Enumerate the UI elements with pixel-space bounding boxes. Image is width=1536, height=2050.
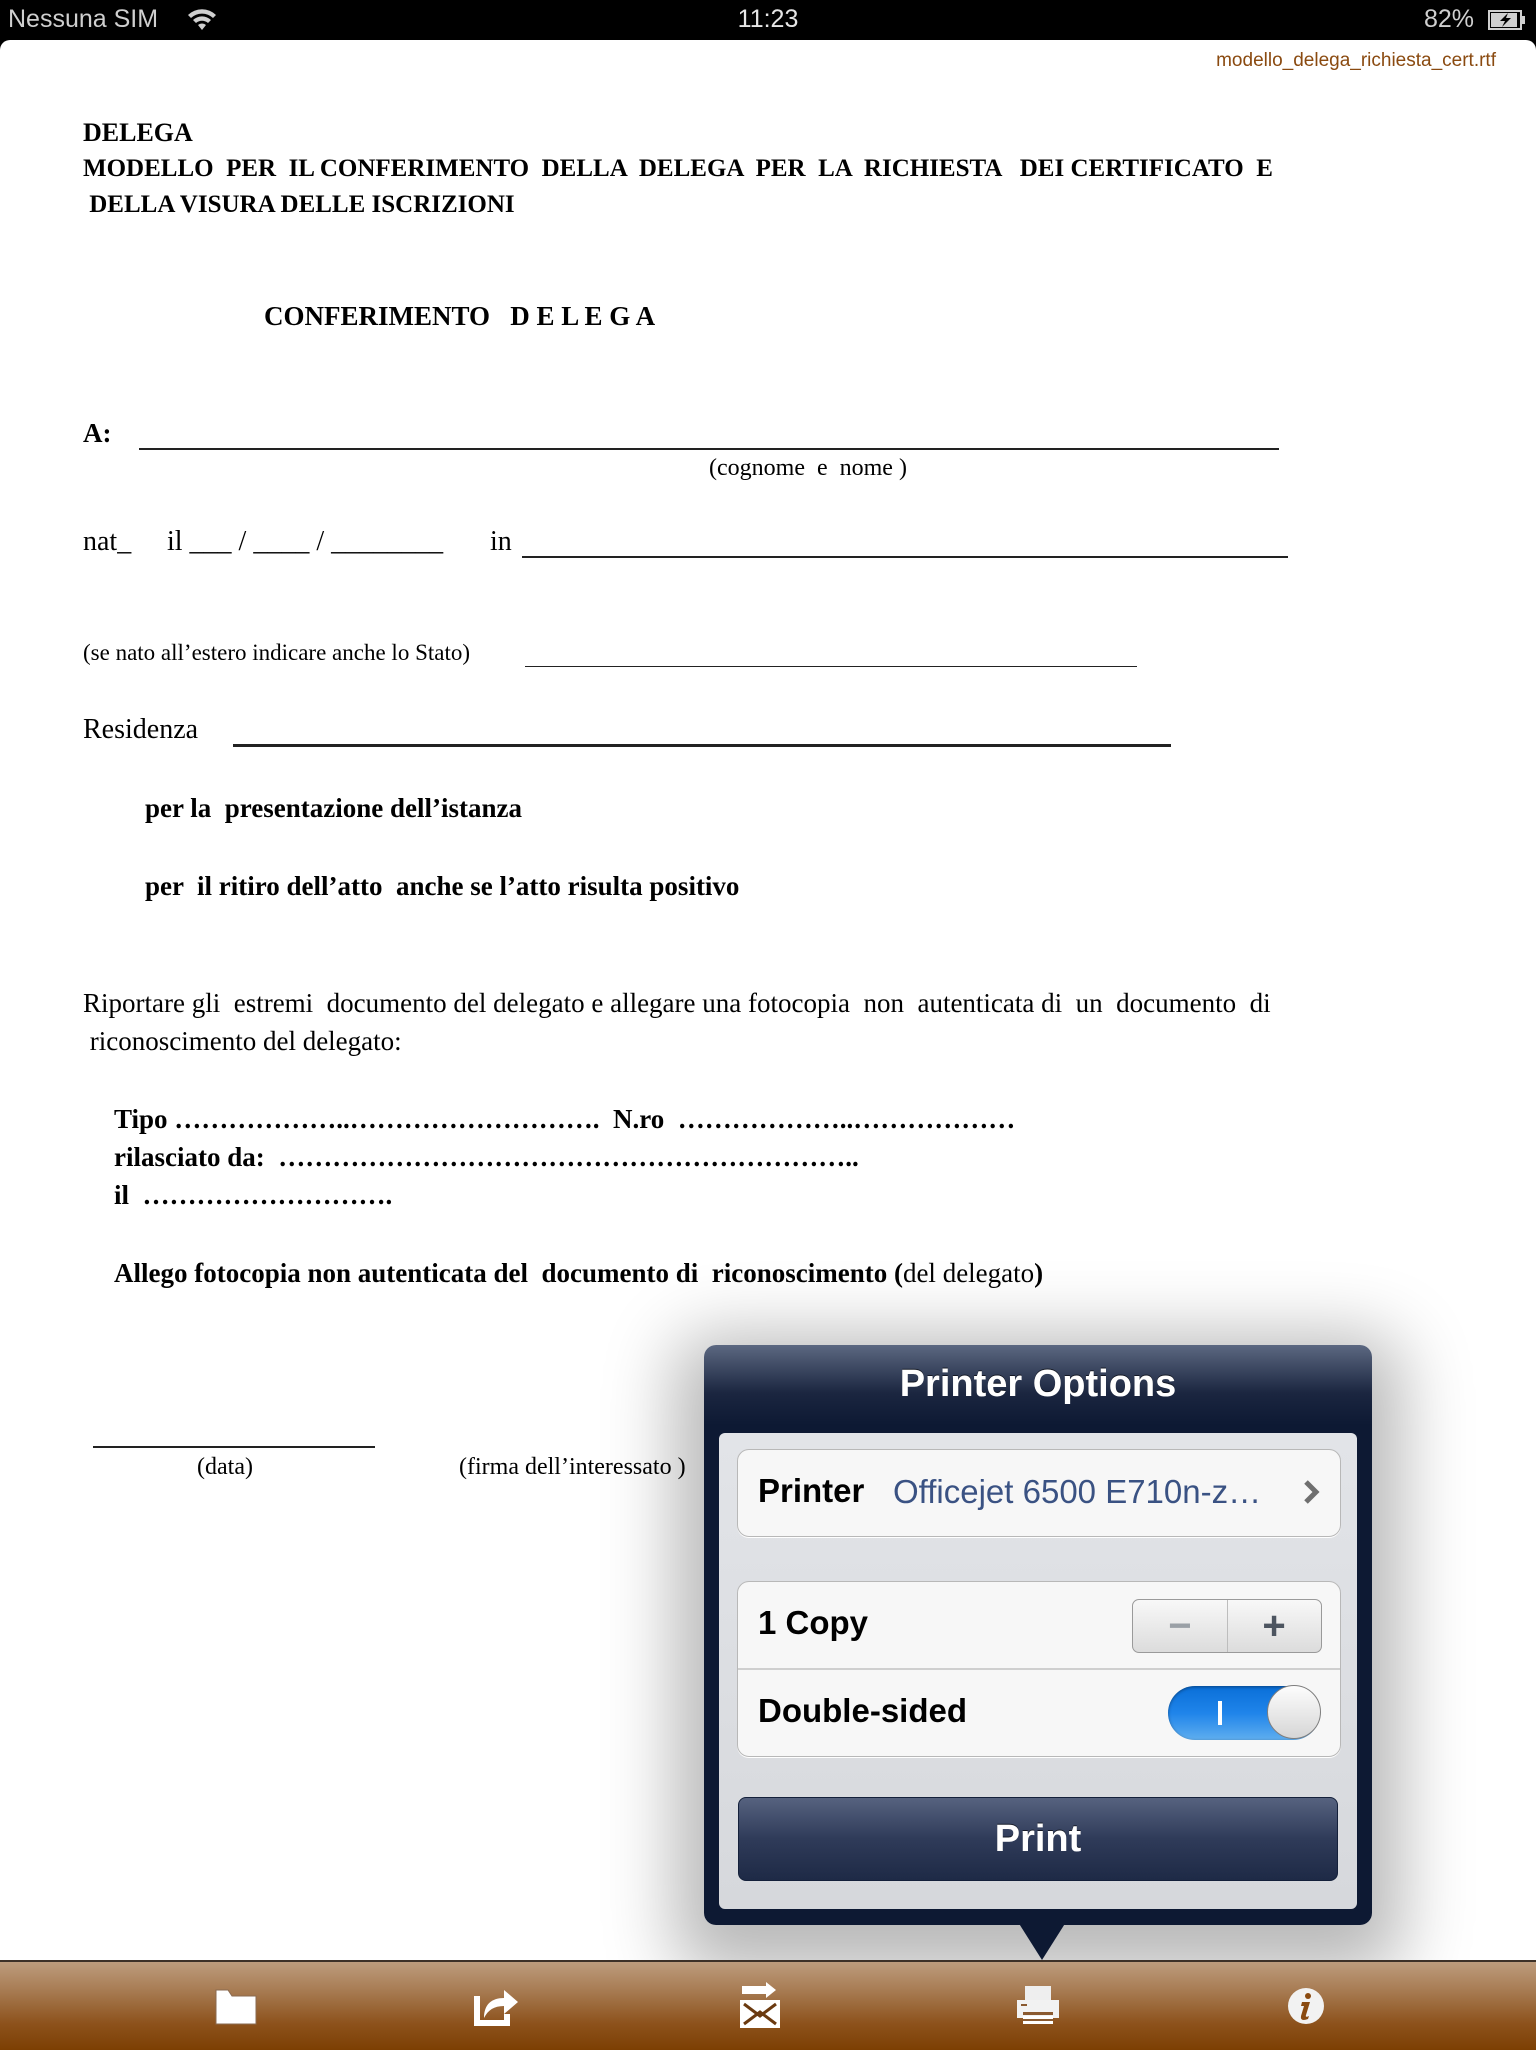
info-icon [1288, 1988, 1324, 2024]
double-sided-toggle[interactable] [1168, 1685, 1321, 1740]
share-icon [474, 1990, 518, 2026]
instructions-line2: riconoscimento del delegato: [83, 1026, 402, 1056]
toggle-knob[interactable] [1267, 1685, 1321, 1739]
foreign-state-line[interactable] [525, 666, 1137, 667]
field-a-caption: (cognome e nome ) [709, 455, 907, 481]
increment-button[interactable]: + [1227, 1600, 1321, 1652]
field-a-line[interactable] [139, 448, 1279, 450]
copies-row: 1 Copy − + [738, 1582, 1340, 1668]
status-bar: Nessuna SIM 11:23 82% [0, 0, 1536, 40]
printer-group: Printer Officejet 6500 E710n-z… [737, 1449, 1341, 1537]
document-subheading-line1: MODELLO PER IL CONFERIMENTO DELLA DELEGA… [83, 155, 1273, 182]
attachment-close: ) [1034, 1258, 1044, 1288]
date-caption: (data) [197, 1454, 253, 1480]
printer-options-popover: Printer Options Printer Officejet 6500 E… [704, 1345, 1372, 1925]
section-title: CONFERIMENTO D E L E G A [264, 301, 656, 331]
purpose-1: per la presentazione dell’istanza [145, 793, 522, 823]
issued-on-line: il ………………………. [114, 1180, 393, 1210]
print-toolbar-button[interactable] [998, 1962, 1078, 2050]
document-heading: DELEGA [83, 118, 193, 147]
foreign-note: (se nato all’estero indicare anche lo St… [83, 640, 471, 665]
copies-label: 1 Copy [758, 1604, 869, 1641]
instructions-line1: Riportare gli estremi documento del dele… [83, 988, 1271, 1018]
document-subheading-line2: DELLA VISURA DELLE ISCRIZIONI [83, 191, 515, 218]
copies-stepper[interactable]: − + [1132, 1599, 1322, 1653]
bottom-toolbar [0, 1960, 1536, 2050]
doc-type-line: Tipo ………………..………………………. N.ro ………………..………… [114, 1104, 1016, 1134]
document-filename: modello_delega_richiesta_cert.rtf [1216, 50, 1496, 71]
popover-title: Printer Options [899, 1363, 1177, 1405]
field-a-label: A: [83, 418, 112, 448]
attachment-note: Allego fotocopia non autenticata del doc… [114, 1258, 1043, 1289]
printer-label: Printer [758, 1472, 865, 1509]
email-button[interactable] [720, 1962, 800, 2050]
birth-place-label: in [490, 526, 512, 557]
popover-arrow [1018, 1922, 1066, 1960]
popover-body: Printer Officejet 6500 E710n-z… 1 Copy −… [719, 1433, 1357, 1909]
double-sided-label: Double-sided [758, 1692, 968, 1729]
printer-value: Officejet 6500 E710n-z… [893, 1473, 1262, 1510]
printer-select-row[interactable]: Printer Officejet 6500 E710n-z… [738, 1450, 1340, 1536]
battery-charging-icon [1488, 10, 1525, 30]
chevron-right-icon [1304, 1480, 1320, 1504]
signature-caption: (firma dell’interessato ) [459, 1454, 686, 1480]
printer-icon [1017, 1986, 1059, 2024]
options-group: 1 Copy − + Double-sided [737, 1581, 1341, 1757]
email-icon [740, 1982, 780, 2028]
residence-label: Residenza [83, 714, 199, 745]
issued-by-line: rilasciato da: ……………………………………………………….. [114, 1142, 859, 1172]
date-line[interactable] [93, 1446, 375, 1448]
print-button[interactable]: Print [738, 1797, 1338, 1881]
toggle-on-mark [1218, 1701, 1222, 1725]
decrement-button[interactable]: − [1133, 1600, 1228, 1652]
birth-date-field[interactable]: il ___ / ____ / ________ [167, 526, 443, 558]
info-button[interactable] [1266, 1962, 1346, 2050]
attachment-bold: Allego fotocopia non autenticata del doc… [114, 1258, 903, 1288]
folder-icon [215, 1989, 257, 2025]
attachment-normal: del delegato [902, 1258, 1035, 1288]
purpose-2: per il ritiro dell’atto anche se l’atto … [145, 871, 740, 901]
folder-button[interactable] [196, 1962, 276, 2050]
birth-nat-label: nat_ [83, 526, 132, 557]
birth-place-line[interactable] [522, 556, 1288, 558]
clock: 11:23 [737, 5, 799, 33]
double-sided-row: Double-sided [738, 1670, 1340, 1756]
residence-line[interactable] [233, 744, 1171, 747]
battery-percent: 82% [1423, 5, 1474, 33]
share-button[interactable] [455, 1962, 535, 2050]
